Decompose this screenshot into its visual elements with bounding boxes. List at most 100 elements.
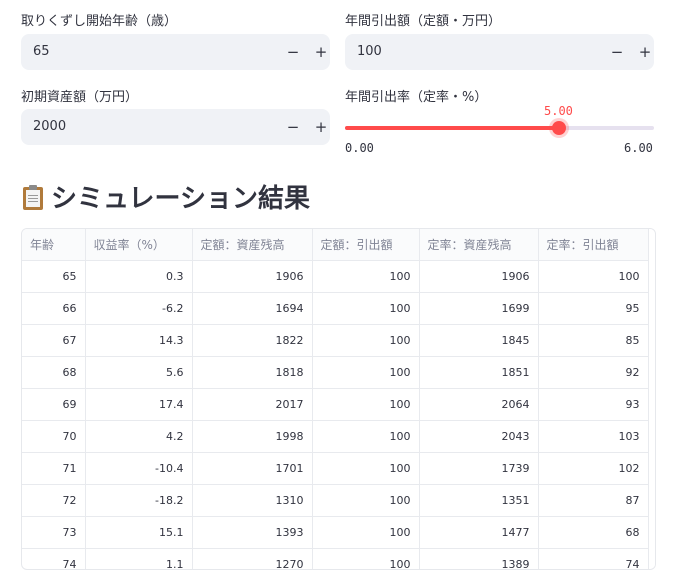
withdrawal-rate-value: 5.00: [544, 104, 573, 118]
results-title: シミュレーション結果: [51, 178, 310, 215]
table-cell[interactable]: 1477: [419, 517, 538, 549]
table-cell[interactable]: 100: [312, 325, 419, 357]
table-cell[interactable]: 5.6: [85, 357, 192, 389]
table-cell[interactable]: 15.1: [85, 517, 192, 549]
table-cell[interactable]: 2043: [419, 421, 538, 453]
annual-fixed-decrement-button[interactable]: −: [603, 34, 631, 70]
table-cell[interactable]: 1699: [419, 293, 538, 325]
initial-assets-label: 初期資産額（万円）: [21, 86, 138, 105]
table-cell[interactable]: 68: [538, 517, 648, 549]
slider-min-label: 0.00: [345, 141, 374, 155]
table-cell[interactable]: 65: [22, 261, 85, 293]
table-cell[interactable]: 74: [22, 549, 85, 570]
table-cell[interactable]: 70: [22, 421, 85, 453]
initial-assets-input[interactable]: 2000 − +: [21, 109, 330, 145]
table-cell[interactable]: 100: [312, 453, 419, 485]
table-cell[interactable]: 1393: [192, 517, 312, 549]
table-row: 704.219981002043103: [22, 421, 648, 453]
start-age-increment-button[interactable]: +: [307, 34, 335, 70]
table-cell[interactable]: 1851: [419, 357, 538, 389]
table-cell[interactable]: 1822: [192, 325, 312, 357]
start-age-input[interactable]: 65 − +: [21, 34, 330, 70]
table-cell[interactable]: 1270: [192, 549, 312, 570]
table-cell[interactable]: 100: [312, 389, 419, 421]
table-cell[interactable]: 1818: [192, 357, 312, 389]
table-cell[interactable]: 2064: [419, 389, 538, 421]
column-header[interactable]: 定率：資産残高: [419, 229, 538, 261]
table-row: 685.61818100185192: [22, 357, 648, 389]
table-cell[interactable]: -10.4: [85, 453, 192, 485]
table-cell[interactable]: 1906: [419, 261, 538, 293]
slider-fill: [345, 126, 559, 130]
table-row: 6714.31822100184585: [22, 325, 648, 357]
table-cell[interactable]: 1739: [419, 453, 538, 485]
table-cell[interactable]: 2017: [192, 389, 312, 421]
table-cell[interactable]: -18.2: [85, 485, 192, 517]
table-cell[interactable]: 4.2: [85, 421, 192, 453]
column-header[interactable]: 収益率（%）: [85, 229, 192, 261]
table-row: 6917.42017100206493: [22, 389, 648, 421]
table-cell[interactable]: 87: [538, 485, 648, 517]
table-cell[interactable]: 1906: [192, 261, 312, 293]
clipboard-icon: [21, 184, 45, 210]
table-row: 741.11270100138974: [22, 549, 648, 570]
table-cell[interactable]: 67: [22, 325, 85, 357]
table-cell[interactable]: 1845: [419, 325, 538, 357]
table-cell[interactable]: 1351: [419, 485, 538, 517]
start-age-label: 取りくずし開始年齢（歳）: [21, 10, 177, 29]
table-cell[interactable]: 100: [312, 357, 419, 389]
table-cell[interactable]: 72: [22, 485, 85, 517]
table-cell[interactable]: -6.2: [85, 293, 192, 325]
table-cell[interactable]: 1310: [192, 485, 312, 517]
table-cell[interactable]: 1998: [192, 421, 312, 453]
annual-fixed-input[interactable]: 100 − +: [345, 34, 654, 70]
table-cell[interactable]: 1.1: [85, 549, 192, 570]
table-cell[interactable]: 100: [312, 293, 419, 325]
table-cell[interactable]: 68: [22, 357, 85, 389]
table-cell[interactable]: 17.4: [85, 389, 192, 421]
column-header[interactable]: 定額：引出額: [312, 229, 419, 261]
table-cell[interactable]: 100: [312, 549, 419, 570]
table-cell[interactable]: 100: [538, 261, 648, 293]
results-table[interactable]: 年齢収益率（%）定額：資産残高定額：引出額定率：資産残高定率：引出額 650.3…: [21, 228, 656, 570]
start-age-value[interactable]: 65: [33, 34, 50, 70]
table-cell[interactable]: 92: [538, 357, 648, 389]
table-cell[interactable]: 1694: [192, 293, 312, 325]
slider-thumb[interactable]: [552, 121, 566, 135]
annual-fixed-value[interactable]: 100: [357, 34, 382, 70]
table-cell[interactable]: 103: [538, 421, 648, 453]
table-cell[interactable]: 71: [22, 453, 85, 485]
table-cell[interactable]: 69: [22, 389, 85, 421]
results-heading: シミュレーション結果: [21, 178, 310, 215]
table-cell[interactable]: 93: [538, 389, 648, 421]
column-header[interactable]: 定率：引出額: [538, 229, 648, 261]
table-cell[interactable]: 14.3: [85, 325, 192, 357]
start-age-decrement-button[interactable]: −: [279, 34, 307, 70]
table-cell[interactable]: 1701: [192, 453, 312, 485]
table-cell[interactable]: 85: [538, 325, 648, 357]
slider-max-label: 6.00: [624, 141, 653, 155]
column-header[interactable]: 定額：資産残高: [192, 229, 312, 261]
column-header[interactable]: 年齢: [22, 229, 85, 261]
withdrawal-rate-label: 年間引出率（定率・%）: [345, 86, 487, 105]
annual-fixed-increment-button[interactable]: +: [631, 34, 659, 70]
table-row: 66-6.21694100169995: [22, 293, 648, 325]
table-cell[interactable]: 0.3: [85, 261, 192, 293]
table-row: 71-10.417011001739102: [22, 453, 648, 485]
table-row: 7315.11393100147768: [22, 517, 648, 549]
initial-assets-decrement-button[interactable]: −: [279, 109, 307, 145]
table-cell[interactable]: 74: [538, 549, 648, 570]
table-cell[interactable]: 66: [22, 293, 85, 325]
table-cell[interactable]: 100: [312, 261, 419, 293]
table-cell[interactable]: 100: [312, 517, 419, 549]
table-cell[interactable]: 100: [312, 421, 419, 453]
initial-assets-value[interactable]: 2000: [33, 109, 66, 145]
table-header-row: 年齢収益率（%）定額：資産残高定額：引出額定率：資産残高定率：引出額: [22, 229, 648, 261]
initial-assets-increment-button[interactable]: +: [307, 109, 335, 145]
table-cell[interactable]: 1389: [419, 549, 538, 570]
table-cell[interactable]: 95: [538, 293, 648, 325]
withdrawal-rate-slider[interactable]: [345, 126, 654, 130]
table-cell[interactable]: 73: [22, 517, 85, 549]
table-cell[interactable]: 102: [538, 453, 648, 485]
table-cell[interactable]: 100: [312, 485, 419, 517]
